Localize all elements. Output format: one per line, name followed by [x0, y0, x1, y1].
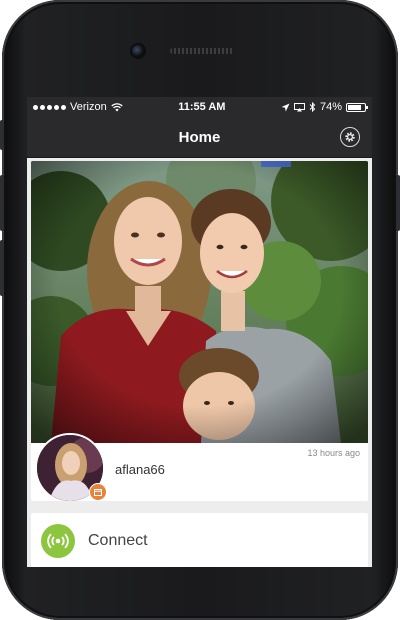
- post-timestamp: 13 hours ago: [307, 448, 360, 458]
- post-photo[interactable]: [31, 161, 368, 443]
- location-arrow-icon: [281, 103, 290, 111]
- bluetooth-icon: [309, 102, 316, 112]
- post-username[interactable]: aflana66: [115, 462, 165, 477]
- connect-button[interactable]: Connect: [31, 513, 368, 567]
- battery-icon: [346, 102, 368, 112]
- earpiece-speaker: [170, 48, 234, 54]
- post-footer: aflana66 13 hours ago: [31, 433, 368, 501]
- volume-down-button: [0, 240, 4, 296]
- gear-icon: [345, 132, 355, 142]
- mute-switch: [0, 120, 4, 150]
- signal-dots-icon: [33, 104, 66, 110]
- airplay-icon: [293, 102, 305, 111]
- status-bar: Verizon 11:55 AM 74%: [27, 97, 372, 117]
- broadcast-signal-icon: [41, 524, 75, 558]
- calendar-icon: [89, 483, 107, 501]
- settings-button[interactable]: [340, 127, 360, 147]
- feed-post-card[interactable]: aflana66 13 hours ago: [31, 161, 368, 501]
- app-screen: Verizon 11:55 AM 74% Home aflana66 13 ho…: [27, 97, 372, 567]
- power-button: [396, 175, 400, 231]
- wifi-icon: [111, 102, 123, 111]
- navigation-bar: Home: [27, 117, 372, 158]
- volume-up-button: [0, 175, 4, 231]
- front-camera: [132, 45, 144, 57]
- clock: 11:55 AM: [178, 101, 226, 113]
- carrier-label: Verizon: [70, 101, 107, 113]
- page-title: Home: [178, 128, 221, 146]
- family-photo-image: [31, 161, 368, 443]
- connect-label: Connect: [88, 532, 148, 549]
- battery-percent: 74%: [319, 101, 342, 113]
